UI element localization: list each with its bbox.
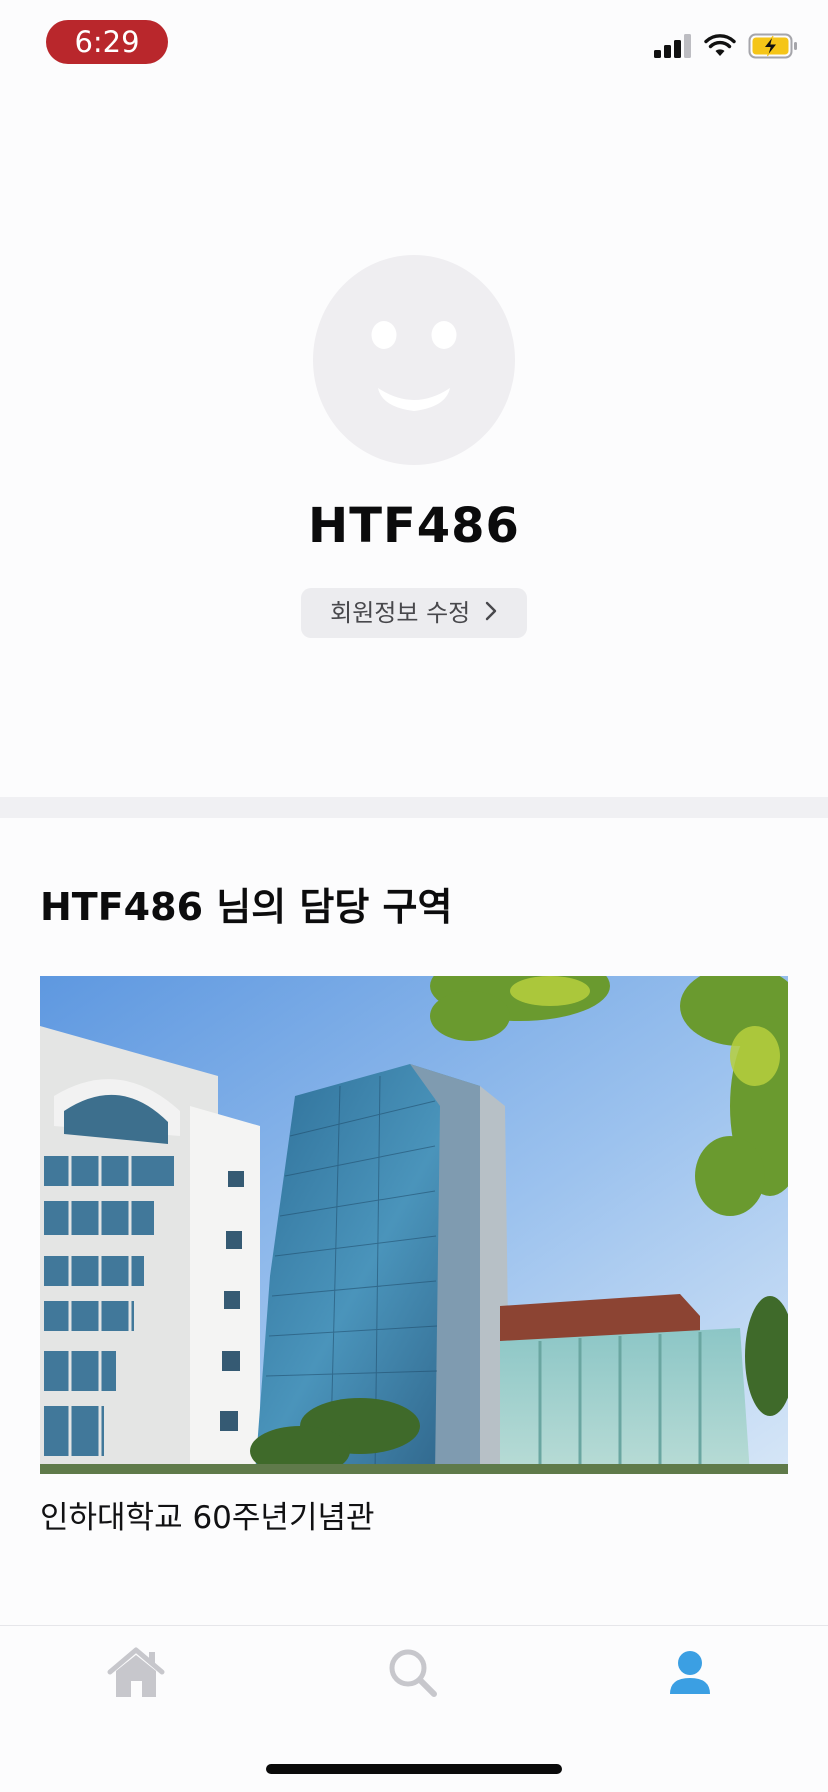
avatar: [312, 254, 516, 466]
chevron-right-icon: [484, 589, 498, 639]
tab-profile[interactable]: [655, 1638, 725, 1708]
tab-home[interactable]: [101, 1638, 171, 1708]
tab-search[interactable]: [378, 1638, 448, 1708]
username: HTF486: [308, 498, 520, 554]
cellular-signal-icon: [654, 34, 692, 62]
section-divider: [0, 797, 828, 818]
person-icon: [670, 1651, 710, 1694]
assigned-area-photo[interactable]: [40, 976, 788, 1474]
home-indicator: [266, 1764, 562, 1774]
home-icon: [107, 1647, 165, 1697]
status-icons: [654, 33, 798, 63]
status-time: 6:29: [46, 20, 168, 64]
smiley-face-icon: [313, 255, 515, 465]
wifi-icon: [704, 34, 736, 62]
profile-screen: 6:29 HTF486 회원정보 수정 HTF486 님의 담당 구역 인하대학…: [0, 0, 828, 1792]
assigned-area-title: HTF486 님의 담당 구역: [40, 885, 453, 929]
assigned-place-name: 인하대학교 60주년기념관: [40, 1500, 375, 1536]
battery-charging-icon: [748, 33, 798, 63]
edit-profile-label: 회원정보 수정: [330, 599, 471, 627]
search-icon: [389, 1649, 437, 1697]
edit-profile-button[interactable]: 회원정보 수정: [301, 588, 527, 638]
